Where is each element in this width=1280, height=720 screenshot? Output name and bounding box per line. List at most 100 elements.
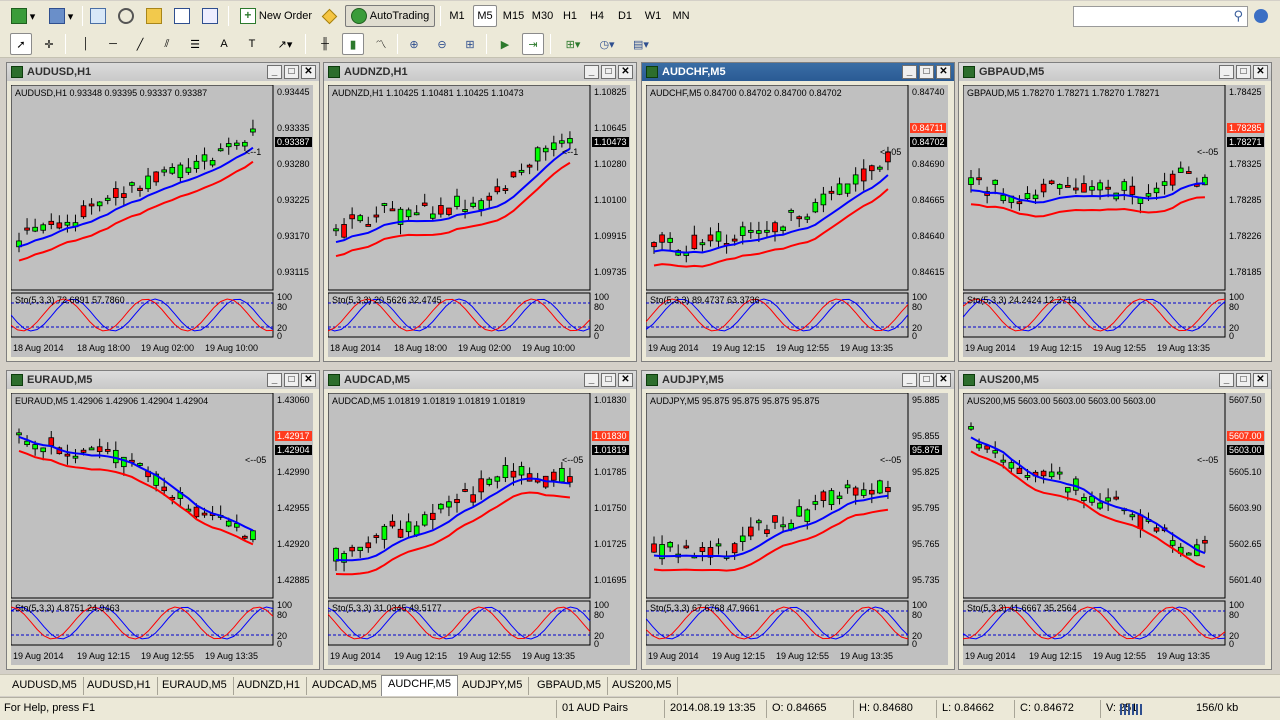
crosshair-tool[interactable]: ✛ (38, 33, 60, 55)
chart-tab[interactable]: AUDCAD,M5 (306, 677, 384, 695)
chart-tab[interactable]: AUDJPY,M5 (456, 677, 530, 695)
chart-window-title[interactable]: AUDUSD,H1 _ □ ✕ (7, 63, 319, 81)
minimize-button[interactable]: _ (267, 373, 282, 387)
maximize-button[interactable]: □ (601, 373, 616, 387)
close-button[interactable]: ✕ (618, 373, 633, 387)
close-button[interactable]: ✕ (301, 65, 316, 79)
vertical-line-tool[interactable]: │ (76, 33, 96, 55)
timeframe-d1[interactable]: D1 (613, 5, 637, 27)
zoom-out-button[interactable]: ⊖ (431, 33, 453, 55)
autotrading-button[interactable]: AutoTrading (345, 5, 435, 27)
chart-tab[interactable]: AUS200,M5 (606, 677, 679, 695)
chart-window-title[interactable]: AUDJPY,M5 _ □ ✕ (642, 371, 954, 389)
search-icon[interactable]: ⚲ (1233, 9, 1243, 24)
channel-tool[interactable]: ⫽ (157, 33, 177, 55)
close-button[interactable]: ✕ (936, 65, 951, 79)
chart-tab[interactable]: AUDUSD,M5 (6, 677, 84, 695)
trendline-tool[interactable]: ╱ (130, 33, 150, 55)
chart-window[interactable]: AUDCHF,M5 _ □ ✕ AUDCHF,M5 0.84700 0.8470… (641, 62, 955, 362)
chart-tab[interactable]: AUDUSD,H1 (81, 677, 158, 695)
periods-button[interactable]: ◷▾ (592, 33, 622, 55)
timeframe-m15[interactable]: M15 (500, 5, 527, 27)
maximize-button[interactable]: □ (919, 65, 934, 79)
strategy-tester-button[interactable] (199, 5, 223, 27)
chart-plot-area[interactable]: AUDCAD,M5 1.01819 1.01819 1.01819 1.0181… (328, 393, 630, 665)
timeframe-m30[interactable]: M30 (529, 5, 556, 27)
text-label-tool[interactable]: T (242, 33, 262, 55)
chart-plot-area[interactable]: AUDUSD,H1 0.93348 0.93395 0.93337 0.9338… (11, 85, 313, 357)
close-button[interactable]: ✕ (301, 373, 316, 387)
chart-tab[interactable]: EURAUD,M5 (156, 677, 234, 695)
close-button[interactable]: ✕ (1253, 65, 1268, 79)
chart-plot-area[interactable]: EURAUD,M5 1.42906 1.42906 1.42904 1.4290… (11, 393, 313, 665)
chart-plot-area[interactable]: AUDJPY,M5 95.875 95.875 95.875 95.875 Sto… (646, 393, 948, 665)
templates-button[interactable]: ▤▾ (626, 33, 656, 55)
minimize-button[interactable]: _ (1219, 65, 1234, 79)
minimize-button[interactable]: _ (584, 65, 599, 79)
maximize-button[interactable]: □ (284, 65, 299, 79)
text-tool[interactable]: A (214, 33, 234, 55)
chart-window[interactable]: EURAUD,M5 _ □ ✕ EURAUD,M5 1.42906 1.4290… (6, 370, 320, 670)
minimize-button[interactable]: _ (902, 65, 917, 79)
bar-chart-button[interactable]: ╫ (314, 33, 336, 55)
chart-tab[interactable]: AUDNZD,H1 (231, 677, 307, 695)
chart-window[interactable]: AUDCAD,M5 _ □ ✕ AUDCAD,M5 1.01819 1.0181… (323, 370, 637, 670)
timeframe-m5[interactable]: M5 (473, 5, 497, 27)
terminal-button[interactable] (171, 5, 195, 27)
chart-window-title[interactable]: EURAUD,M5 _ □ ✕ (7, 371, 319, 389)
minimize-button[interactable]: _ (1219, 373, 1234, 387)
maximize-button[interactable]: □ (284, 373, 299, 387)
auto-scroll-button[interactable]: ▶ (494, 33, 516, 55)
chart-window-title[interactable]: AUDCAD,M5 _ □ ✕ (324, 371, 636, 389)
maximize-button[interactable]: □ (1236, 373, 1251, 387)
chart-shift-button[interactable]: ⇥ (522, 33, 544, 55)
candlestick-button[interactable]: ▮ (342, 33, 364, 55)
minimize-button[interactable]: _ (584, 373, 599, 387)
maximize-button[interactable]: □ (919, 373, 934, 387)
timeframe-h4[interactable]: H4 (585, 5, 609, 27)
horizontal-line-tool[interactable]: ─ (103, 33, 123, 55)
minimize-button[interactable]: _ (902, 373, 917, 387)
zoom-in-button[interactable]: ⊕ (403, 33, 425, 55)
new-chart-button[interactable]: ▾ (6, 5, 40, 27)
chart-window[interactable]: AUDNZD,H1 _ □ ✕ AUDNZD,H1 1.10425 1.1048… (323, 62, 637, 362)
help-button[interactable] (1252, 5, 1272, 27)
chart-window[interactable]: AUDUSD,H1 _ □ ✕ AUDUSD,H1 0.93348 0.9339… (6, 62, 320, 362)
timeframe-w1[interactable]: W1 (641, 5, 665, 27)
tile-windows-button[interactable]: ⊞ (459, 33, 481, 55)
indicators-button[interactable]: ⊞▾ (558, 33, 588, 55)
close-button[interactable]: ✕ (618, 65, 633, 79)
timeframe-h1[interactable]: H1 (558, 5, 582, 27)
chart-tab[interactable]: AUDCHF,M5 (381, 675, 458, 696)
chart-window-title[interactable]: AUDNZD,H1 _ □ ✕ (324, 63, 636, 81)
chart-plot-area[interactable]: AUDNZD,H1 1.10425 1.10481 1.10425 1.1047… (328, 85, 630, 357)
close-button[interactable]: ✕ (936, 373, 951, 387)
chart-plot-area[interactable]: AUS200,M5 5603.00 5603.00 5603.00 5603.0… (963, 393, 1265, 665)
chart-window-title[interactable]: GBPAUD,M5 _ □ ✕ (959, 63, 1271, 81)
new-order-button[interactable]: + New Order (234, 5, 318, 27)
metaeditor-button[interactable] (320, 5, 342, 27)
navigator-folder-button[interactable] (143, 5, 167, 27)
chart-plot-area[interactable]: AUDCHF,M5 0.84700 0.84702 0.84700 0.8470… (646, 85, 948, 357)
chart-tab[interactable]: GBPAUD,M5 (531, 677, 608, 695)
timeframe-mn[interactable]: MN (669, 5, 693, 27)
profiles-button[interactable]: ▾ (44, 5, 78, 27)
chart-window[interactable]: AUS200,M5 _ □ ✕ AUS200,M5 5603.00 5603.0… (958, 370, 1272, 670)
maximize-button[interactable]: □ (601, 65, 616, 79)
close-button[interactable]: ✕ (1253, 373, 1268, 387)
timeframe-m1[interactable]: M1 (445, 5, 469, 27)
line-chart-button[interactable]: 〽 (370, 33, 392, 55)
chart-window[interactable]: AUDJPY,M5 _ □ ✕ AUDJPY,M5 95.875 95.875 … (641, 370, 955, 670)
chart-window-title[interactable]: AUS200,M5 _ □ ✕ (959, 371, 1271, 389)
chart-window-title[interactable]: AUDCHF,M5 _ □ ✕ (642, 63, 954, 81)
maximize-button[interactable]: □ (1236, 65, 1251, 79)
fibonacci-tool[interactable]: ☰ (185, 33, 205, 55)
chart-plot-area[interactable]: GBPAUD,M5 1.78270 1.78271 1.78270 1.7827… (963, 85, 1265, 357)
navigator-button[interactable] (115, 5, 139, 27)
cursor-tool[interactable]: ➚ (10, 33, 32, 55)
minimize-button[interactable]: _ (267, 65, 282, 79)
search-input[interactable]: ⚲ (1073, 6, 1248, 27)
chart-window[interactable]: GBPAUD,M5 _ □ ✕ GBPAUD,M5 1.78270 1.7827… (958, 62, 1272, 362)
arrows-tool[interactable]: ↗▾ (270, 33, 300, 55)
market-watch-button[interactable] (87, 5, 111, 27)
